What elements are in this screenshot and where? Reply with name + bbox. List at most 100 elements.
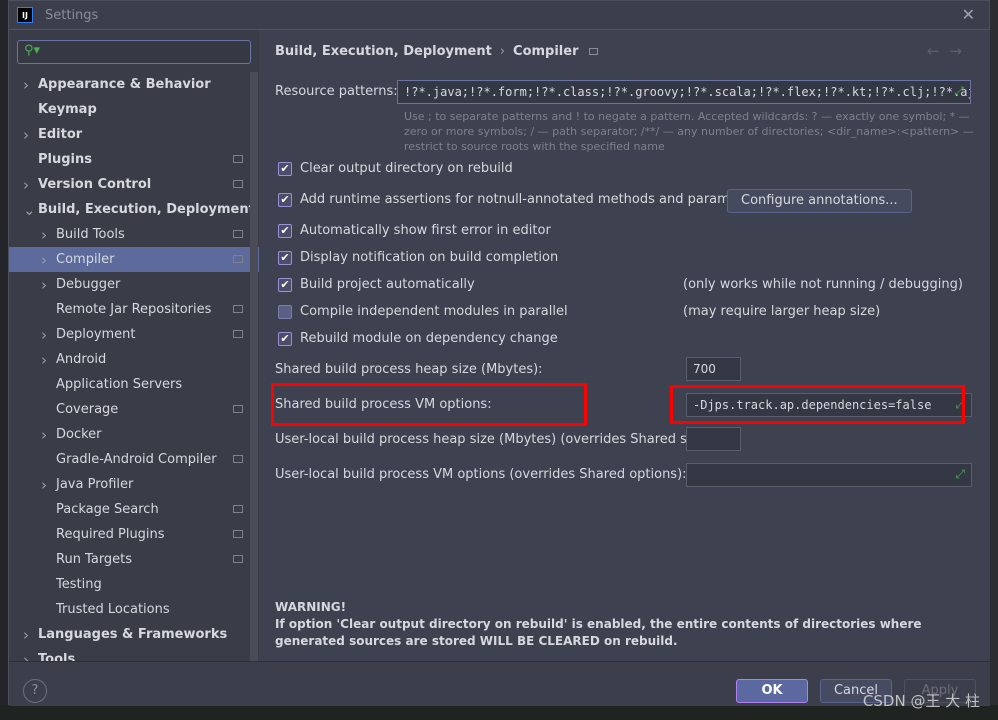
- background-editor: [0, 0, 8, 720]
- sidebar-item-testing[interactable]: Testing: [9, 572, 259, 597]
- window-title: Settings: [45, 7, 99, 23]
- sidebar-item-languages-frameworks[interactable]: › Languages & Frameworks: [9, 622, 259, 647]
- sidebar-item-gradle-android-compiler[interactable]: Gradle-Android Compiler: [9, 447, 259, 472]
- checkmark-icon[interactable]: ✔: [278, 277, 292, 292]
- sidebar-item-label: Testing: [56, 577, 102, 592]
- resource-patterns-label: Resource patterns:: [275, 84, 398, 99]
- parallel-note: (may require larger heap size): [683, 304, 881, 319]
- expand-icon[interactable]: ⤢: [955, 467, 965, 482]
- sidebar-item-label: Android: [56, 352, 107, 367]
- checkbox-label: Compile independent modules in parallel: [300, 304, 568, 319]
- sidebar-item-build-execution-deployment[interactable]: ⌄ Build, Execution, Deployment: [9, 197, 259, 222]
- checkbox-label: Display notification on build completion: [300, 250, 559, 265]
- sidebar-item-debugger[interactable]: › Debugger: [9, 272, 259, 297]
- sidebar-item-compiler[interactable]: › Compiler: [9, 247, 259, 272]
- sidebar-item-run-targets[interactable]: Run Targets: [9, 547, 259, 572]
- breadcrumb: Build, Execution, Deployment › Compiler: [275, 44, 598, 59]
- checkbox-add-runtime-assertions-for-notnull-annot[interactable]: ✔ Add runtime assertions for notnull-anno…: [278, 192, 763, 207]
- checkmark-icon[interactable]: ✔: [278, 161, 292, 176]
- chevron-right-icon[interactable]: ›: [41, 351, 47, 369]
- checkmark-icon[interactable]: ✔: [278, 250, 292, 265]
- sidebar-item-trusted-locations[interactable]: Trusted Locations: [9, 597, 259, 622]
- checkbox-display-notification-on-build-completion[interactable]: ✔ Display notification on build completio…: [278, 250, 558, 265]
- chevron-right-icon[interactable]: ›: [23, 626, 29, 644]
- checkbox-automatically-show-first-error-in-editor[interactable]: ✔ Automatically show first error in edito…: [278, 223, 551, 238]
- sidebar-item-build-tools[interactable]: › Build Tools: [9, 222, 259, 247]
- sidebar-item-label: Version Control: [38, 177, 152, 192]
- sidebar-item-label: Build Tools: [56, 227, 125, 242]
- checkbox-label: Rebuild module on dependency change: [300, 331, 558, 346]
- forward-arrow-icon[interactable]: →: [949, 42, 972, 60]
- sidebar-scrollbar[interactable]: [250, 72, 258, 662]
- configure-annotations-button[interactable]: Configure annotations...: [727, 189, 912, 213]
- sidebar-item-deployment[interactable]: › Deployment: [9, 322, 259, 347]
- checkmark-icon[interactable]: ✔: [278, 331, 292, 346]
- chevron-right-icon[interactable]: ›: [41, 226, 47, 244]
- search-input[interactable]: ⚲▾: [17, 40, 251, 64]
- back-arrow-icon[interactable]: ←: [927, 42, 950, 60]
- chevron-right-icon[interactable]: ›: [23, 126, 29, 144]
- breadcrumb-parent[interactable]: Build, Execution, Deployment: [275, 44, 492, 59]
- settings-tree: › Appearance & Behavior Keymap › Editor Plugi…: [9, 72, 259, 672]
- sidebar-item-plugins[interactable]: Plugins: [9, 147, 259, 172]
- checkbox-rebuild-module-on-dependency-change[interactable]: ✔ Rebuild module on dependency change: [278, 331, 558, 346]
- chevron-right-icon[interactable]: ›: [23, 176, 29, 194]
- chevron-right-icon[interactable]: ›: [41, 426, 47, 444]
- app-logo-icon: IJ: [17, 7, 33, 23]
- close-icon[interactable]: ✕: [962, 5, 975, 24]
- sidebar-item-label: Docker: [56, 427, 102, 442]
- sidebar-item-java-profiler[interactable]: › Java Profiler: [9, 472, 259, 497]
- project-scope-icon: [233, 505, 243, 513]
- search-icon: ⚲▾: [24, 43, 41, 58]
- sidebar-item-package-search[interactable]: Package Search: [9, 497, 259, 522]
- chevron-right-icon[interactable]: ›: [41, 251, 47, 269]
- user-heap-input[interactable]: [686, 427, 741, 451]
- title-bar: IJ Settings ✕: [9, 1, 989, 30]
- sidebar-item-version-control[interactable]: › Version Control: [9, 172, 259, 197]
- project-scope-icon: [233, 305, 243, 313]
- sidebar-item-label: Languages & Frameworks: [38, 627, 228, 642]
- sidebar-item-label: Package Search: [56, 502, 159, 517]
- heap-size-input[interactable]: 700: [686, 357, 741, 381]
- checkmark-icon[interactable]: ✔: [278, 223, 292, 238]
- ok-button[interactable]: OK: [736, 679, 808, 703]
- checkbox-build-project-automatically[interactable]: ✔ Build project automatically: [278, 277, 475, 292]
- sidebar-item-label: Appearance & Behavior: [38, 77, 211, 92]
- user-heap-label: User-local build process heap size (Mbyt…: [275, 432, 715, 447]
- checkbox-clear-output-directory-on-rebuild[interactable]: ✔ Clear output directory on rebuild: [278, 161, 513, 176]
- sidebar-item-editor[interactable]: › Editor: [9, 122, 259, 147]
- watermark: CSDN @王 大 柱: [862, 692, 980, 710]
- sidebar-item-docker[interactable]: › Docker: [9, 422, 259, 447]
- checkmark-icon[interactable]: ✔: [278, 192, 292, 207]
- project-scope-icon: [233, 555, 243, 563]
- project-scope-icon: [588, 48, 598, 55]
- sidebar-item-required-plugins[interactable]: Required Plugins: [9, 522, 259, 547]
- checkbox-empty[interactable]: [278, 304, 292, 319]
- sidebar-item-keymap[interactable]: Keymap: [9, 97, 259, 122]
- help-button[interactable]: ?: [23, 679, 47, 703]
- nav-arrows[interactable]: ←→: [927, 42, 972, 60]
- settings-dialog: IJ Settings ✕ ⚲▾ › Appearance & Behavior K…: [8, 0, 990, 706]
- project-scope-icon: [233, 530, 243, 538]
- breadcrumb-current: Compiler: [513, 44, 579, 59]
- sidebar-item-label: Compiler: [56, 252, 115, 267]
- project-scope-icon: [233, 405, 243, 413]
- sidebar-item-label: Build, Execution, Deployment: [38, 202, 255, 217]
- chevron-right-icon[interactable]: ›: [41, 476, 47, 494]
- sidebar-item-application-servers[interactable]: Application Servers: [9, 372, 259, 397]
- chevron-right-icon[interactable]: ›: [41, 276, 47, 294]
- sidebar-item-label: Remote Jar Repositories: [56, 302, 212, 317]
- checkbox-label: Automatically show first error in editor: [300, 223, 551, 238]
- sidebar-item-coverage[interactable]: Coverage: [9, 397, 259, 422]
- sidebar-item-android[interactable]: › Android: [9, 347, 259, 372]
- resource-patterns-input[interactable]: !?*.java;!?*.form;!?*.class;!?*.groovy;!…: [397, 80, 971, 104]
- sidebar-item-appearance-behavior[interactable]: › Appearance & Behavior: [9, 72, 259, 97]
- chevron-right-icon[interactable]: ›: [41, 326, 47, 344]
- sidebar-item-remote-jar-repositories[interactable]: Remote Jar Repositories: [9, 297, 259, 322]
- checkbox-compile-independent-modules-in-parallel[interactable]: Compile independent modules in parallel: [278, 304, 568, 319]
- chevron-right-icon[interactable]: ›: [23, 76, 29, 94]
- project-scope-icon: [233, 155, 243, 163]
- chevron-down-icon[interactable]: ⌄: [23, 201, 36, 219]
- expand-icon[interactable]: ⤢: [954, 84, 964, 99]
- user-vm-input[interactable]: ⤢: [686, 463, 972, 487]
